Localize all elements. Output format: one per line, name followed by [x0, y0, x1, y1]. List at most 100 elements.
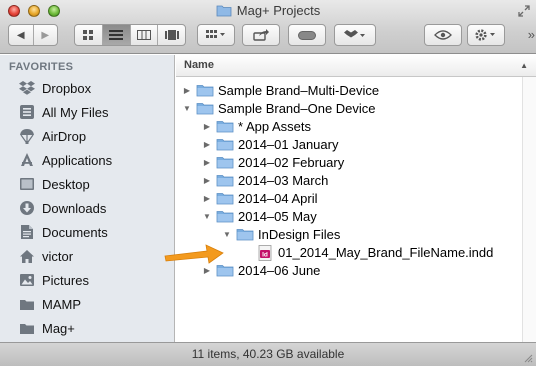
file-name: InDesign Files — [258, 226, 341, 242]
icon-view-icon — [83, 30, 94, 40]
status-text: 11 items, 40.23 GB available — [191, 347, 345, 361]
disclosure-closed-icon[interactable]: ▶ — [202, 175, 212, 185]
folder-icon — [216, 137, 234, 151]
home-icon — [18, 247, 36, 265]
sidebar-item-downloads[interactable]: Downloads — [0, 196, 174, 220]
disclosure-closed-icon[interactable]: ▶ — [202, 139, 212, 149]
disclosure-open-icon[interactable]: ▼ — [202, 211, 212, 221]
sidebar-item-all-my-files[interactable]: All My Files — [0, 100, 174, 124]
forward-button[interactable]: ▶ — [34, 25, 58, 45]
sidebar: FAVORITES Dropbox All My Files AirDrop A… — [0, 55, 175, 342]
folder-icon — [216, 209, 234, 223]
column-title: Name — [184, 59, 214, 71]
folder-icon — [196, 101, 214, 115]
chevron-right-icon: ▶ — [41, 29, 50, 41]
list-item[interactable]: ▼ InDesign Files — [176, 225, 522, 243]
disclosure-closed-icon[interactable]: ▶ — [202, 121, 212, 131]
file-name: Sample Brand–One Device — [218, 100, 376, 116]
list-item[interactable]: ▼ 2014–05 May — [176, 207, 522, 225]
column-view-icon — [136, 30, 151, 40]
list-item[interactable]: ▶ 2014–04 April — [176, 189, 522, 207]
documents-icon — [18, 223, 36, 241]
disclosure-open-icon[interactable]: ▼ — [222, 229, 232, 239]
pictures-icon — [18, 271, 36, 289]
resize-grip-icon[interactable] — [523, 353, 533, 363]
indesign-file-icon: Id — [256, 245, 274, 261]
sidebar-item-label: MAMP — [42, 296, 81, 312]
dropbox-icon — [344, 30, 365, 41]
list-item[interactable]: ▶ 2014–01 January — [176, 135, 522, 153]
action-menu-button[interactable] — [467, 24, 505, 46]
sidebar-item-documents[interactable]: Documents — [0, 220, 174, 244]
column-view-button[interactable] — [131, 25, 159, 45]
coverflow-view-button[interactable] — [158, 25, 185, 45]
sidebar-item-label: All My Files — [42, 104, 109, 120]
sidebar-item-dropbox[interactable]: Dropbox — [0, 76, 174, 100]
sidebar-item-victor[interactable]: victor — [0, 244, 174, 268]
disclosure-closed-icon[interactable]: ▶ — [182, 85, 192, 95]
quicklook-button[interactable] — [424, 24, 462, 46]
share-button[interactable] — [242, 24, 280, 46]
downloads-icon — [18, 199, 36, 217]
disclosure-closed-icon[interactable]: ▶ — [202, 193, 212, 203]
dropbox-icon — [18, 79, 36, 97]
dropbox-menu-button[interactable] — [334, 24, 376, 46]
list-item[interactable]: ▶ Sample Brand–Multi-Device — [176, 81, 522, 99]
file-name: 01_2014_May_Brand_FileName.indd — [278, 244, 494, 260]
name-column-header[interactable]: Name ▲ — [176, 55, 536, 77]
sidebar-item-mamp[interactable]: MAMP — [0, 292, 174, 316]
list-view-icon — [109, 30, 124, 40]
window-toolbar: Mag+ Projects ◀ ▶ » — [0, 0, 536, 54]
disclosure-open-icon[interactable]: ▼ — [182, 103, 192, 113]
folder-icon — [216, 173, 234, 187]
file-name: 2014–05 May — [238, 208, 317, 224]
disclosure-closed-icon[interactable]: ▶ — [202, 157, 212, 167]
folder-icon — [216, 119, 234, 133]
sidebar-item-airdrop[interactable]: AirDrop — [0, 124, 174, 148]
arrange-button[interactable] — [197, 24, 235, 46]
airdrop-icon — [18, 127, 36, 145]
folder-icon — [216, 191, 234, 205]
folder-icon — [18, 295, 36, 313]
disclosure-closed-icon[interactable]: ▶ — [202, 265, 212, 275]
sidebar-item-label: Documents — [42, 224, 108, 240]
sidebar-item-mag-plus[interactable]: Mag+ — [0, 316, 174, 340]
list-item[interactable]: ▶ 2014–06 June — [176, 261, 522, 279]
sidebar-item-applications[interactable]: Applications — [0, 148, 174, 172]
folder-icon — [216, 5, 232, 17]
list-view-button[interactable] — [102, 25, 131, 45]
file-name: 2014–06 June — [238, 262, 321, 278]
view-mode-control — [74, 24, 186, 46]
sidebar-heading-favorites: FAVORITES — [9, 61, 74, 73]
toolbar-overflow-button[interactable]: » — [528, 27, 535, 42]
sidebar-item-pictures[interactable]: Pictures — [0, 268, 174, 292]
vertical-scrollbar[interactable] — [522, 77, 536, 342]
file-name: * App Assets — [238, 118, 311, 134]
list-item[interactable]: ▶ * App Assets — [176, 117, 522, 135]
file-name: 2014–03 March — [238, 172, 329, 188]
sidebar-item-label: AirDrop — [42, 128, 87, 144]
list-item[interactable]: ▼ Sample Brand–One Device — [176, 99, 522, 117]
sidebar-item-label: Downloads — [42, 200, 107, 216]
fullscreen-icon[interactable] — [518, 5, 530, 17]
icon-view-button[interactable] — [75, 25, 103, 45]
sidebar-item-label: Pictures — [42, 272, 89, 288]
list-item[interactable]: ▶ 2014–02 February — [176, 153, 522, 171]
sidebar-item-desktop[interactable]: Desktop — [0, 172, 174, 196]
tag-pill-icon — [298, 30, 316, 40]
list-item[interactable]: ▶ 2014–03 March — [176, 171, 522, 189]
sidebar-item-label: Applications — [42, 152, 113, 168]
folder-icon — [236, 227, 254, 241]
list-item[interactable]: Id 01_2014_May_Brand_FileName.indd — [176, 243, 522, 261]
all-files-icon — [18, 103, 36, 121]
folder-icon — [196, 83, 214, 97]
tags-button[interactable] — [288, 24, 326, 46]
sidebar-item-label: Dropbox — [42, 80, 92, 96]
back-button[interactable]: ◀ — [9, 25, 34, 45]
eye-icon — [434, 30, 452, 40]
orange-arrow-icon — [164, 244, 224, 264]
file-name: Sample Brand–Multi-Device — [218, 82, 380, 98]
svg-text:Id: Id — [262, 251, 268, 258]
coverflow-view-icon — [164, 30, 179, 40]
